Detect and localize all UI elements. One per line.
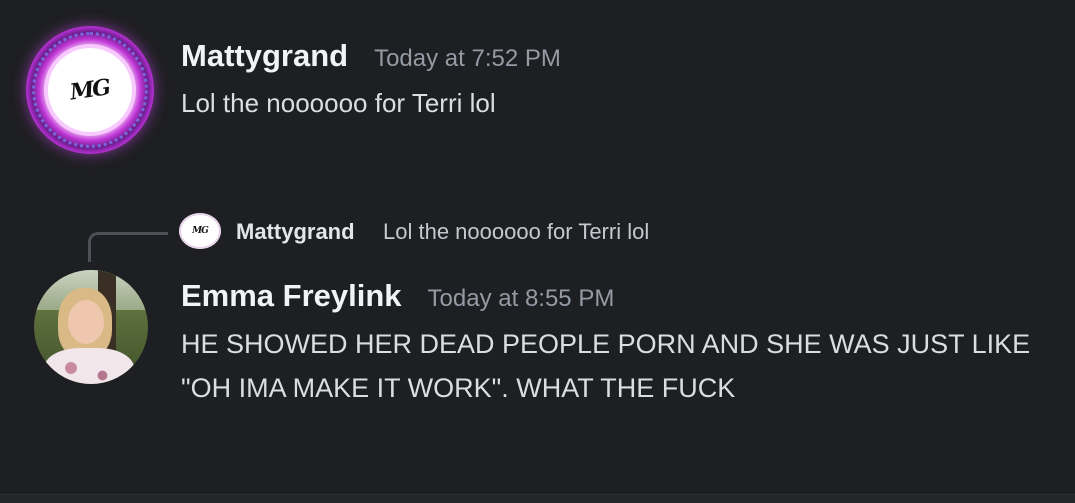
- reply-avatar[interactable]: MG: [179, 213, 221, 249]
- reply-avatar-monogram: MG: [192, 226, 209, 236]
- message-text: Lol the noooooo for Terri lol: [181, 88, 496, 118]
- message-emma-freylink[interactable]: Emma Freylink Today at 8:55 PM HE SHOWED…: [0, 262, 1075, 412]
- avatar-inner: MG: [48, 48, 132, 132]
- reply-spine: [88, 232, 168, 262]
- message-header: Mattygrand Today at 7:52 PM: [181, 38, 561, 74]
- user-photo-avatar[interactable]: [34, 270, 148, 384]
- bottom-divider: [0, 494, 1075, 503]
- avatar-photo-face: [68, 300, 104, 344]
- reply-username[interactable]: Mattygrand: [236, 219, 355, 245]
- username[interactable]: Mattygrand: [181, 38, 348, 74]
- message-header: Emma Freylink Today at 8:55 PM: [181, 278, 614, 314]
- timestamp[interactable]: Today at 8:55 PM: [428, 285, 615, 313]
- message-mattygrand[interactable]: MG Mattygrand Today at 7:52 PM Lol the n…: [0, 22, 1075, 162]
- reply-preview[interactable]: MG Mattygrand Lol the noooooo for Terri …: [0, 212, 1075, 262]
- avatar-monogram: MG: [68, 74, 112, 106]
- reply-text[interactable]: Lol the noooooo for Terri lol: [383, 219, 649, 245]
- timestamp[interactable]: Today at 7:52 PM: [374, 45, 561, 73]
- mg-monogram-avatar[interactable]: MG: [26, 26, 154, 154]
- chat-message-list: MG Mattygrand Today at 7:52 PM Lol the n…: [0, 0, 1075, 503]
- username[interactable]: Emma Freylink: [181, 278, 402, 314]
- message-text: HE SHOWED HER DEAD PEOPLE PORN AND SHE W…: [181, 329, 1031, 403]
- avatar-photo-shirt: [44, 348, 134, 384]
